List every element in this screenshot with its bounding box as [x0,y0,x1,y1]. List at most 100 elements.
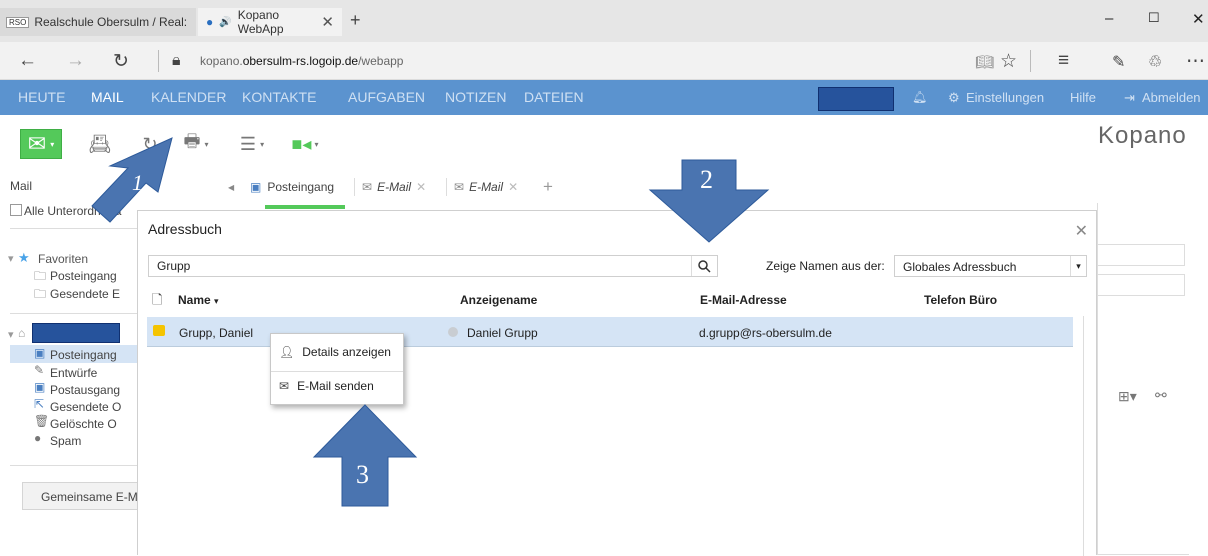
inbox-icon: ▣ [34,346,46,360]
tab-scroll-left-icon[interactable]: ◀ [228,177,234,197]
browser-tab-realschule[interactable]: RSO Realschule Obersulm / Real: [0,8,196,36]
active-tab-indicator [265,205,345,209]
web-note-icon[interactable]: ✎ [1112,52,1125,72]
new-tab-icon[interactable]: + [350,10,361,31]
folder-spam[interactable]: Spam [50,434,138,448]
column-displayname[interactable]: Anzeigename [460,293,537,307]
close-tab-icon[interactable]: ✕ [508,180,518,194]
folder-gesendete[interactable]: Gesendete O [50,400,138,414]
fav-posteingang[interactable]: Posteingang [50,269,138,283]
chevron-down-icon[interactable]: ▾ [1070,256,1086,276]
favorite-star-icon[interactable]: ☆ [1000,50,1017,73]
video-icon: ■◂ [291,133,312,154]
new-mail-button[interactable]: ✉ ▾ [20,129,62,159]
addressbook-select[interactable]: Globales Adressbuch ▾ [894,255,1087,277]
menu-send-mail[interactable]: ✉ E-Mail senden [279,376,374,396]
sort-icon: ▾ [214,296,219,306]
outbox-icon: ▣ [34,380,46,394]
logout-link[interactable]: Abmelden [1142,90,1201,105]
back-icon[interactable]: ← [18,50,37,72]
star-icon: ★ [18,250,30,265]
fav-gesendete[interactable]: Gesendete E [50,287,138,301]
hub-icon[interactable]: ≡ [1058,50,1069,72]
divider [271,371,403,372]
forward-icon[interactable]: → [66,50,85,72]
column-phone[interactable]: Telefon Büro [924,293,997,307]
view-button[interactable]: ☰ ▾ [232,129,272,159]
browser-tab-bar: RSO Realschule Obersulm / Real: ● 🔊 Kopa… [0,0,1208,42]
inbox-icon: ▣ [250,180,262,194]
menu-details[interactable]: 👤︎ Details anzeigen [279,342,391,362]
show-names-label: Zeige Namen aus der: [766,259,885,273]
folder-geloeschte[interactable]: Gelöschte O [50,417,138,431]
subfolders-checkbox[interactable] [10,204,22,216]
binoculars-icon[interactable]: ⚯ [1155,387,1167,404]
envelope-icon: ✉ [454,180,465,194]
search-input[interactable] [148,255,718,277]
notification-bell-icon[interactable]: 🔔︎ [912,90,927,104]
home-icon: ⌂ [18,326,26,340]
addressbook-button[interactable]: 📇︎ [86,129,114,159]
print-button[interactable]: 🖶︎ ▾ [174,129,218,159]
print-icon: 🖶︎ [183,131,201,151]
right-input-2[interactable] [1097,274,1185,296]
close-tab-icon[interactable]: ✕ [321,13,334,31]
tab-label: Posteingang [267,180,335,194]
cell-display: Daniel Grupp [467,326,538,340]
column-email[interactable]: E-Mail-Adresse [700,293,787,307]
url-prefix: kopano. [200,54,243,68]
right-input-1[interactable] [1097,244,1185,266]
url-suffix: /webapp [358,54,404,68]
kopano-favicon-icon: ● [206,15,214,29]
tab-email-2[interactable]: ✉ E-Mail ✕ [454,177,518,197]
close-window-icon[interactable]: ✕ [1192,10,1205,28]
menu-mail[interactable]: MAIL [91,89,124,105]
gear-icon[interactable]: ⚙ [948,90,960,106]
refresh-icon[interactable]: ↻ [113,50,129,73]
divider [354,178,355,196]
menu-notizen[interactable]: NOTIZEN [445,89,506,105]
folder-postausgang[interactable]: Postausgang [50,383,138,397]
share-icon[interactable]: ♲ [1148,52,1162,72]
menu-kalender[interactable]: KALENDER [151,89,226,105]
settings-link[interactable]: Einstellungen [966,90,1044,105]
reading-view-icon[interactable]: 📖︎ [975,53,994,71]
more-icon[interactable]: ⋯ [1186,50,1205,73]
expand-icon[interactable]: ▾ [8,328,14,341]
menu-kontakte[interactable]: KONTAKTE [242,89,316,105]
tab-email-1[interactable]: ✉ E-Mail ✕ [362,177,426,197]
video-button[interactable]: ■◂ ▾ [286,129,324,159]
url-field[interactable]: kopano.obersulm-rs.logoip.de/webapp [200,54,403,68]
refresh-mail-button[interactable]: ↻ [136,129,164,159]
search-icon[interactable] [691,256,717,276]
folder-posteingang[interactable]: Posteingang [50,348,138,362]
spam-icon: ● [34,431,42,445]
tab-label: E-Mail [377,180,412,194]
menu-aufgaben[interactable]: AUFGABEN [348,89,425,105]
column-name[interactable]: Name ▾ [178,293,219,307]
menu-label: E-Mail senden [297,379,374,393]
menu-heute[interactable]: HEUTE [18,89,65,105]
divider [10,228,138,229]
tab-title: Kopano WebApp [237,8,284,36]
annotation-label-1: 1 [132,170,143,195]
close-icon[interactable]: ✕ [1075,221,1088,241]
grid-view-icon[interactable]: ⊞▾ [1118,388,1137,405]
folder-entwuerfe[interactable]: Entwürfe [50,366,138,380]
kopano-logo: Kopano [1098,122,1187,149]
help-link[interactable]: Hilfe [1070,90,1096,105]
expand-icon[interactable]: ▾ [8,252,14,265]
envelope-icon: ✉ [27,131,47,156]
tab-posteingang[interactable]: ▣ Posteingang [250,177,334,197]
menu-dateien[interactable]: DATEIEN [524,89,584,105]
minimize-icon[interactable]: – [1105,10,1113,27]
logout-icon[interactable]: ⇥ [1124,90,1135,106]
select-all-icon[interactable]: 🗋︎ [152,291,162,313]
close-tab-icon[interactable]: ✕ [416,180,426,194]
shared-mailbox-button[interactable]: Gemeinsame E-M [22,482,140,510]
add-tab-icon[interactable]: + [543,177,553,197]
maximize-icon[interactable]: ☐ [1148,10,1160,26]
annotation-label-3: 3 [356,460,369,489]
browser-tab-kopano[interactable]: ● 🔊 Kopano WebApp ✕ [198,8,342,36]
divider [10,465,138,466]
